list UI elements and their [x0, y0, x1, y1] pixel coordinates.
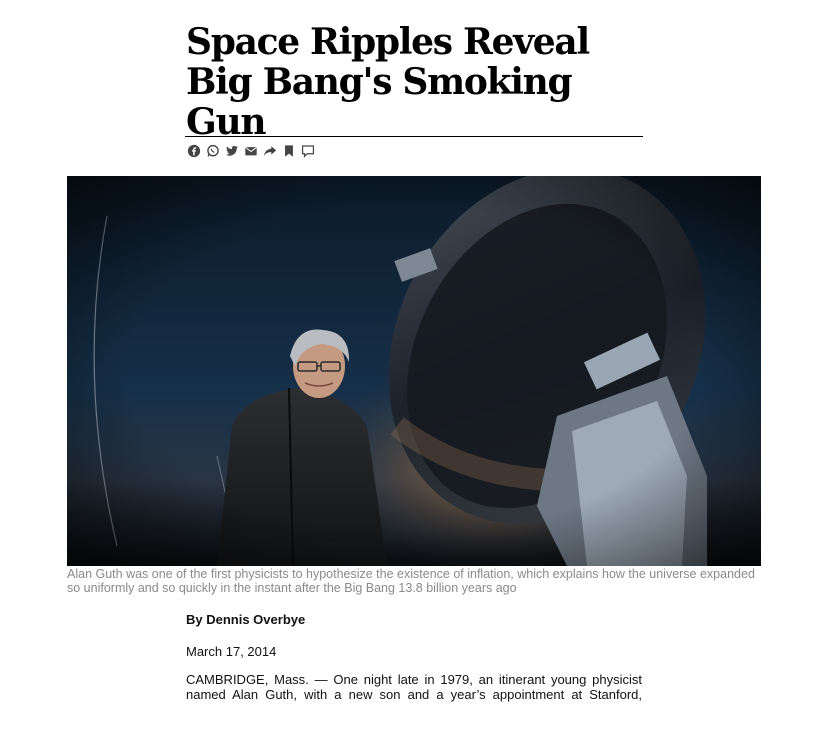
article-photo — [67, 176, 761, 566]
comment-icon[interactable] — [300, 144, 315, 159]
facebook-icon[interactable] — [186, 144, 201, 159]
twitter-icon[interactable] — [224, 144, 239, 159]
bookmark-icon[interactable] — [281, 144, 296, 159]
byline: By Dennis Overbye — [186, 612, 306, 627]
headline-divider — [185, 136, 643, 137]
article-headline: Space Ripples Reveal Big Bang's Smoking … — [186, 21, 590, 143]
photo-caption: Alan Guth was one of the first physicist… — [67, 567, 755, 595]
article-body: CAMBRIDGE, Mass. — One night late in 197… — [186, 672, 642, 702]
share-icon[interactable] — [262, 144, 277, 159]
publish-date: March 17, 2014 — [186, 644, 277, 659]
share-toolbar — [186, 143, 315, 159]
email-icon[interactable] — [243, 144, 258, 159]
whatsapp-icon[interactable] — [205, 144, 220, 159]
